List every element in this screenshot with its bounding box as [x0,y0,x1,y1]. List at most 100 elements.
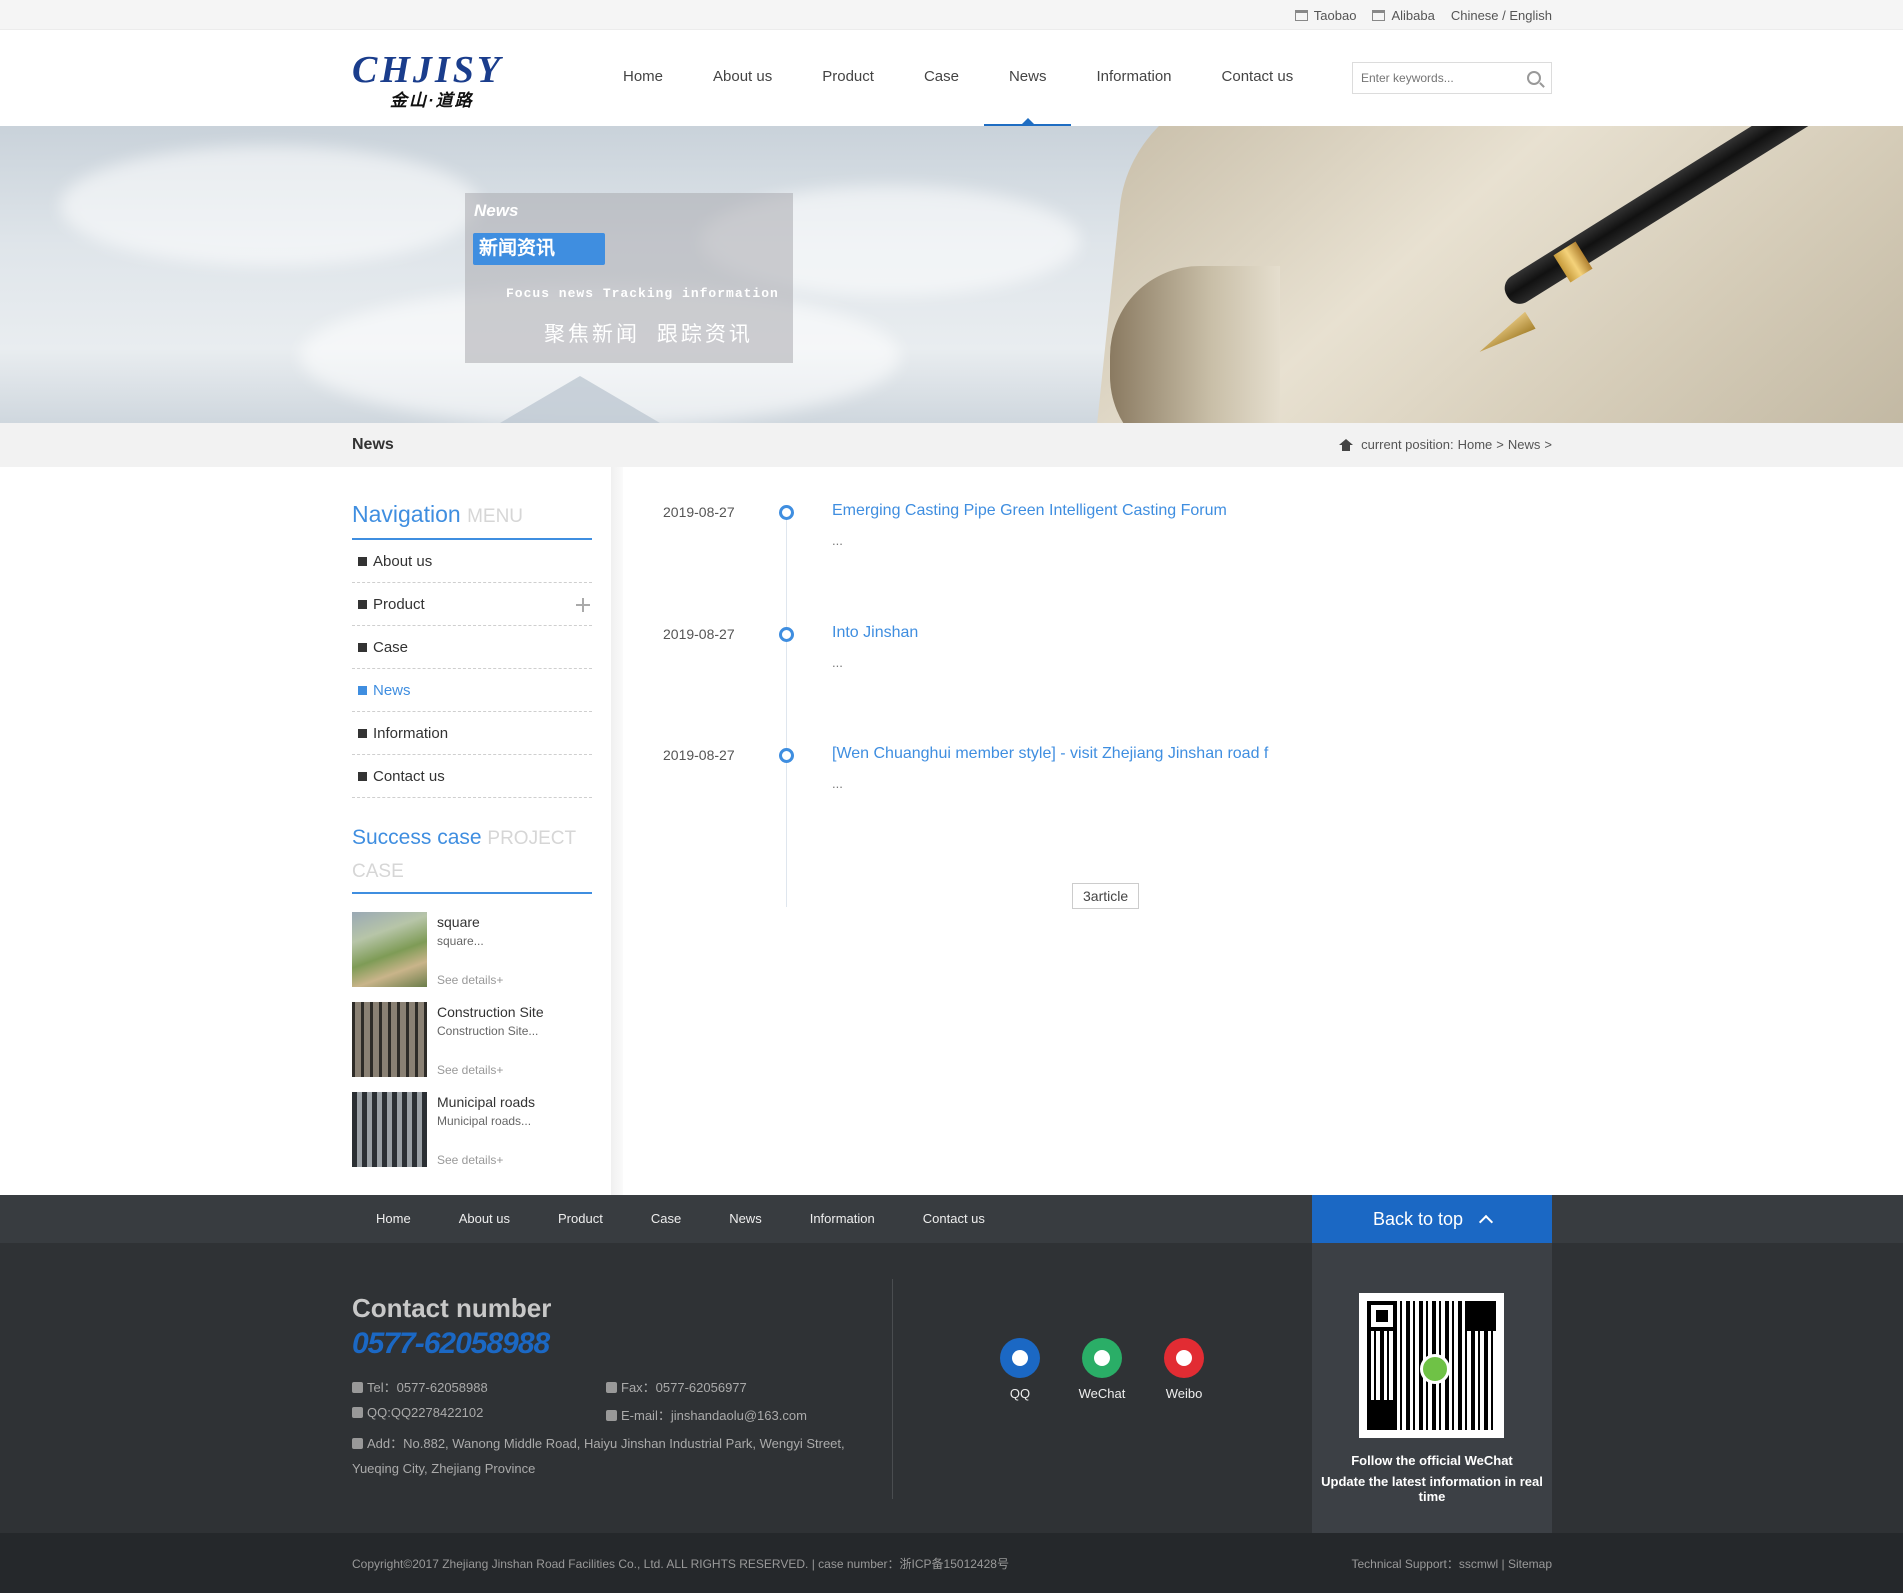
copyright-bar: Copyright©2017 Zhejiang Jinshan Road Fac… [0,1533,1903,1593]
contact-phone: 0577-62058988 [352,1327,550,1360]
social-weibo[interactable]: Weibo [1154,1338,1214,1401]
header: CHJISY 金山·道路 Home About us Product Case … [0,30,1903,126]
nav-case[interactable]: Case [899,30,984,126]
news-date: 2019-08-27 [663,626,735,642]
breadcrumb-news[interactable]: News [1508,437,1541,452]
banner-label-cn: 新闻资讯 [473,233,605,265]
timeline-dot-icon [779,505,794,520]
weibo-icon [1164,1338,1204,1378]
breadcrumb-home[interactable]: Home [1458,437,1493,452]
sidebar: Navigation MENU About us Product Case Ne… [352,467,592,1182]
nav-home[interactable]: Home [598,30,688,126]
banner-caption: News 新闻资讯 Focus news Tracking informatio… [465,193,793,363]
main-nav: Home About us Product Case News Informat… [598,30,1318,126]
timeline-dot-icon [779,627,794,642]
sidebar-item-information[interactable]: Information [352,712,592,755]
sidebar-item-product[interactable]: Product [352,583,592,626]
contact-heading: Contact number [352,1293,552,1323]
search-box [1352,62,1552,94]
case-item[interactable]: Municipal roads Municipal roads... See d… [352,1092,592,1182]
footer: Contact number 0577-62058988 Tel：0577-62… [0,1243,1903,1533]
site-logo[interactable]: CHJISY 金山·道路 [352,50,542,110]
case-thumbnail[interactable] [352,1002,427,1077]
support-sitemap-links[interactable]: Technical Support：sscmwl | Sitemap [1351,1555,1552,1572]
language-switch[interactable]: Chinese / English [1451,8,1552,23]
alibaba-link[interactable]: Alibaba [1372,8,1435,23]
taobao-link[interactable]: Taobao [1294,8,1356,23]
news-item: 2019-08-27 Into Jinshan ... [663,589,1543,689]
search-input[interactable] [1353,63,1523,93]
square-bullet-icon [358,728,367,738]
breadcrumb: current position: Home > News > [1339,437,1552,452]
expand-plus-icon[interactable] [576,598,590,612]
address-line-2: Yueqing City, Zhejiang Province [352,1461,536,1476]
sidebar-item-contact[interactable]: Contact us [352,755,592,798]
tel-line: Tel：0577-62058988 [352,1377,488,1396]
news-item: 2019-08-27 [Wen Chuanghui member style] … [663,710,1543,810]
case-thumbnail[interactable] [352,912,427,987]
news-date: 2019-08-27 [663,747,735,763]
store-icon [1294,10,1308,21]
news-excerpt: ... [832,776,843,791]
news-title-link[interactable]: [Wen Chuanghui member style] - visit Zhe… [832,745,1268,763]
top-links: Taobao Alibaba Chinese / English [1294,8,1552,23]
social-qq[interactable]: QQ [990,1338,1050,1401]
footer-nav: Home About us Product Case News Informat… [0,1195,1903,1243]
footer-nav-case[interactable]: Case [627,1195,705,1243]
news-date: 2019-08-27 [663,504,735,520]
sidebar-item-news[interactable]: News [352,669,592,712]
page-title: News [352,436,394,453]
sidebar-item-case[interactable]: Case [352,626,592,669]
news-item: 2019-08-27 Emerging Casting Pipe Green I… [663,467,1543,567]
footer-nav-information[interactable]: Information [786,1195,899,1243]
fax-line: Fax：0577-62056977 [606,1377,747,1396]
timeline-line [786,507,787,907]
pagination-count: 3article [1072,883,1140,909]
case-name[interactable]: square [437,914,587,930]
wechat-icon [1082,1338,1122,1378]
case-desc: Construction Site... [437,1024,539,1038]
news-title-link[interactable]: Into Jinshan [832,624,918,642]
sidebar-item-about[interactable]: About us [352,540,592,583]
case-details-link[interactable]: See details+ [437,973,503,987]
footer-nav-home[interactable]: Home [352,1195,435,1243]
case-thumbnail[interactable] [352,1092,427,1167]
email-line: E-mail：jinshandaolu@163.com [606,1405,807,1424]
search-icon[interactable] [1527,71,1541,85]
location-icon [352,1438,363,1449]
footer-nav-product[interactable]: Product [534,1195,627,1243]
banner-slogan-en: Focus news Tracking information [506,286,779,301]
case-details-link[interactable]: See details+ [437,1063,503,1077]
square-bullet-icon [358,642,367,652]
case-name[interactable]: Construction Site [437,1004,587,1020]
case-details-link[interactable]: See details+ [437,1153,503,1167]
square-bullet-icon [358,771,367,781]
back-to-top-button[interactable]: Back to top [1312,1195,1552,1243]
footer-nav-contact[interactable]: Contact us [899,1195,1009,1243]
nav-product[interactable]: Product [797,30,899,126]
nav-about[interactable]: About us [688,30,797,126]
address-line: Add：No.882, Wanong Middle Road, Haiyu Ji… [352,1433,845,1452]
case-name[interactable]: Municipal roads [437,1094,587,1110]
phone-icon [352,1382,363,1393]
top-bar: Taobao Alibaba Chinese / English [0,0,1903,30]
footer-nav-news[interactable]: News [705,1195,786,1243]
qr-caption-2: Update the latest information in real ti… [1321,1474,1543,1504]
wechat-qr-panel: Follow the official WeChat Update the la… [1312,1243,1552,1533]
headset-icon [352,1407,363,1418]
nav-information[interactable]: Information [1071,30,1196,126]
copyright-text: Copyright©2017 Zhejiang Jinshan Road Fac… [352,1557,1009,1571]
logo-text-cn: 金山·道路 [390,91,474,110]
nav-news[interactable]: News [983,30,1072,126]
news-excerpt: ... [832,533,843,548]
nav-contact[interactable]: Contact us [1197,30,1319,126]
footer-nav-about[interactable]: About us [435,1195,534,1243]
mail-icon [606,1410,617,1421]
case-desc: Municipal roads... [437,1114,532,1128]
qr-caption-1: Follow the official WeChat [1351,1453,1513,1468]
news-title-link[interactable]: Emerging Casting Pipe Green Intelligent … [832,502,1227,520]
case-item[interactable]: square square... See details+ [352,912,592,1002]
case-item[interactable]: Construction Site Construction Site... S… [352,1002,592,1092]
social-wechat[interactable]: WeChat [1072,1338,1132,1401]
case-list: square square... See details+ Constructi… [352,912,592,1182]
